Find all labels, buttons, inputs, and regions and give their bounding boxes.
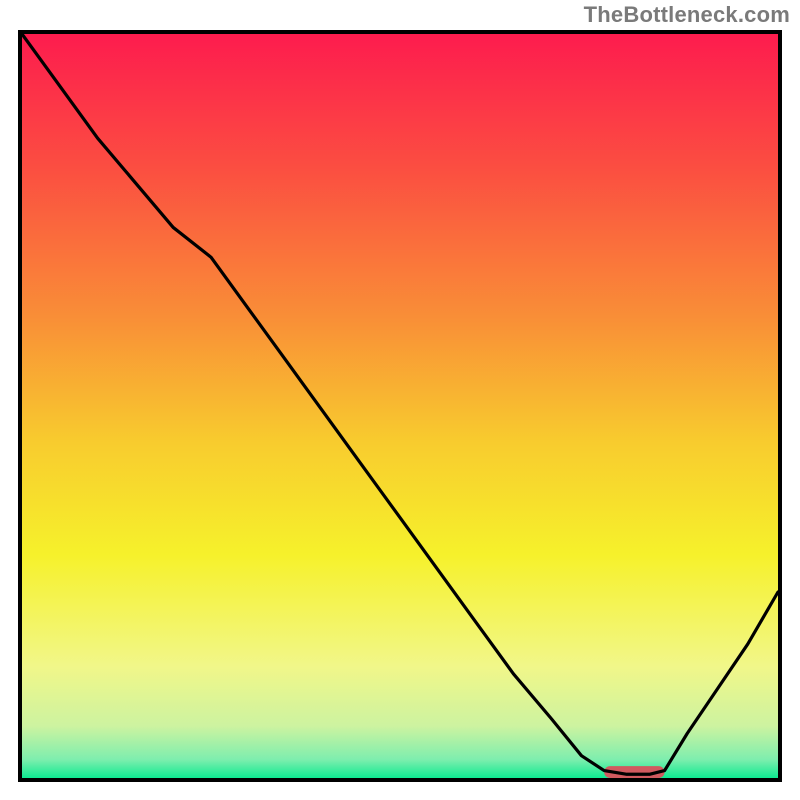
- watermark-text: TheBottleneck.com: [584, 2, 790, 28]
- gradient-background: [22, 34, 778, 778]
- chart-frame: [18, 30, 782, 782]
- chart-svg: [22, 34, 778, 778]
